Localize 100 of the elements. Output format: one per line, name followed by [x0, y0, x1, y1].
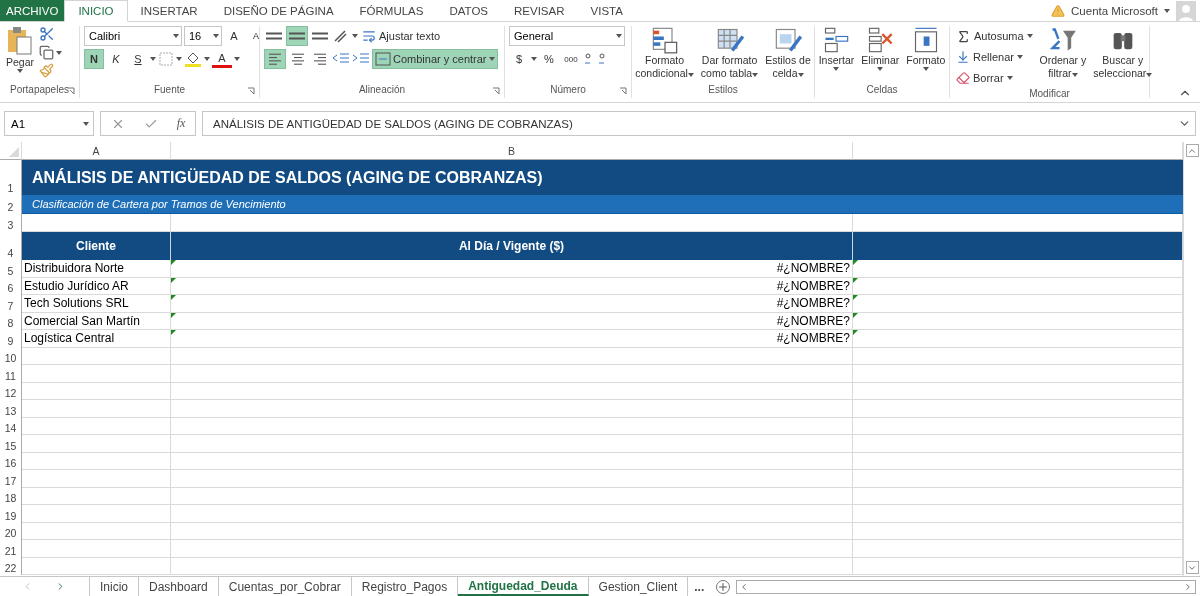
table-cell: Distribuidora Norte — [22, 260, 171, 278]
shrink-font-button[interactable]: A — [246, 26, 266, 46]
sheet-title: ANÁLISIS DE ANTIGÜEDAD DE SALDOS (AGING DE COBRANZAS) — [32, 168, 543, 187]
copy-icon[interactable] — [39, 45, 55, 60]
currency-button[interactable]: $ — [509, 49, 529, 69]
column-heading: Al Día / Vigente ($) — [171, 232, 853, 260]
wrap-text-button[interactable]: Ajustar texto — [360, 26, 443, 46]
merge-center-button[interactable]: Combinar y centrar — [372, 49, 498, 69]
font-name-field[interactable]: Calibri — [84, 26, 182, 46]
ribbon-button[interactable]: Eliminar — [859, 26, 902, 84]
caret-icon — [687, 73, 694, 77]
row-header[interactable]: 13 — [0, 400, 22, 418]
row-header[interactable]: 20 — [0, 522, 22, 540]
name-box[interactable]: A1 — [4, 111, 94, 136]
sheet-tab[interactable]: Dashboard — [139, 577, 219, 596]
scroll-down-button[interactable] — [1185, 561, 1199, 574]
ribbon-button[interactable]: Autosuma — [954, 26, 1035, 46]
row-header[interactable]: 14 — [0, 417, 22, 435]
ribbon-button[interactable]: Formato — [904, 26, 948, 84]
ribbon-button[interactable]: Rellenar — [954, 47, 1035, 67]
caret-icon — [234, 57, 240, 61]
ribbon-tab[interactable]: DISEÑO DE PÁGINA — [210, 0, 347, 21]
caret-icon — [17, 69, 23, 73]
ribbon-button[interactable]: Borrar — [954, 68, 1035, 88]
ribbon-tab[interactable]: INICIO — [64, 0, 128, 22]
underline-button[interactable]: S — [128, 49, 148, 69]
row-header[interactable]: 9 — [0, 330, 22, 348]
thousands-button[interactable]: 000 — [561, 49, 581, 69]
number-format-field[interactable]: General — [509, 26, 625, 46]
launcher-icon[interactable] — [67, 87, 75, 95]
row-header[interactable]: 19 — [0, 505, 22, 523]
launcher-icon[interactable] — [247, 87, 255, 95]
table-cell: Logística Central — [22, 330, 171, 348]
chevron-right-icon[interactable] — [1183, 581, 1193, 592]
row-header[interactable]: 15 — [0, 435, 22, 453]
table-cell: #¿NOMBRE? — [171, 260, 853, 278]
group-label: Estilos — [708, 84, 738, 95]
ribbon-button[interactable]: Formato condicional — [633, 26, 696, 84]
row-header[interactable]: 12 — [0, 382, 22, 400]
caret-icon — [797, 73, 804, 77]
ribbon-tab[interactable]: ARCHIVO — [0, 0, 65, 21]
fill-color-icon[interactable] — [184, 50, 202, 68]
ribbon-tab[interactable]: DATOS — [436, 0, 502, 21]
ribbon-button[interactable]: Insertar — [816, 26, 857, 84]
sheet-tab[interactable]: Cuentas_por_Cobrar — [218, 577, 352, 596]
row-header[interactable]: 3 — [0, 214, 22, 232]
table-cell: #¿NOMBRE? — [171, 312, 853, 330]
caret-icon — [176, 57, 182, 61]
ribbon-tab[interactable]: INSERTAR — [127, 0, 211, 21]
sheet-tab[interactable]: Antiguedad_Deuda — [458, 577, 589, 596]
insert-function-button[interactable]: fx — [176, 116, 186, 131]
horizontal-scrollbar[interactable] — [736, 579, 1196, 594]
sheet-tab[interactable]: Inicio — [90, 577, 139, 596]
caret-icon — [1016, 55, 1023, 59]
cut-icon[interactable] — [39, 26, 56, 42]
group-label: Modificar — [1029, 88, 1070, 99]
row-header[interactable]: 7 — [0, 295, 22, 313]
row-header[interactable]: 21 — [0, 540, 22, 558]
row-header[interactable]: 22 — [0, 557, 22, 575]
row-header[interactable]: 10 — [0, 347, 22, 365]
font-color-button[interactable]: A — [212, 50, 232, 68]
scroll-up-button[interactable] — [1185, 144, 1199, 157]
italic-button[interactable]: K — [106, 49, 126, 69]
ribbon-tab[interactable]: REVISAR — [501, 0, 578, 21]
account-name[interactable]: Cuenta Microsoft — [1071, 4, 1158, 17]
ribbon-button[interactable]: Estilos de celda — [763, 26, 813, 84]
insert-cells-icon — [822, 26, 851, 54]
sheet-tab[interactable]: Gestion_Client — [588, 577, 689, 596]
paste-button[interactable]: Pegar — [4, 26, 37, 84]
row-header[interactable]: 5 — [0, 260, 22, 278]
caret-icon — [352, 34, 358, 38]
ribbon-button[interactable]: Dar formato como tabla — [698, 26, 761, 84]
ribbon-button[interactable]: Ordenar y filtrar — [1037, 26, 1089, 88]
align-icon — [289, 32, 305, 40]
row-header[interactable]: 18 — [0, 487, 22, 505]
bold-button[interactable]: N — [84, 49, 104, 69]
row-header[interactable]: 17 — [0, 470, 22, 488]
ribbon-tab[interactable]: VISTA — [577, 0, 636, 21]
group-label: Portapapeles — [10, 84, 69, 95]
sigma-icon — [956, 28, 971, 44]
grow-font-button[interactable]: A — [224, 26, 244, 46]
sheet-tab[interactable]: Registro_Pagos — [351, 577, 459, 596]
group-label: Fuente — [153, 84, 186, 95]
orientation-icon[interactable] — [332, 28, 350, 44]
ribbon-tab[interactable]: FÓRMULAS — [346, 0, 437, 21]
select-all-button[interactable] — [0, 142, 22, 160]
launcher-icon[interactable] — [492, 87, 500, 95]
row-header[interactable]: 16 — [0, 452, 22, 470]
launcher-icon[interactable] — [619, 87, 627, 95]
ribbon-button[interactable]: Buscar y seleccionar — [1091, 26, 1155, 88]
row-header[interactable]: 8 — [0, 312, 22, 330]
percent-button[interactable]: % — [539, 49, 559, 69]
group-label: Número — [550, 84, 586, 95]
formula-field[interactable]: ANÁLISIS DE ANTIGÜEDAD DE SALDOS (AGING DE COBRANZAS) — [202, 111, 1196, 136]
more-sheets-button[interactable]: ... — [688, 577, 711, 596]
row-header[interactable]: 11 — [0, 365, 22, 383]
table-style-icon — [773, 26, 802, 54]
vertical-align-button[interactable] — [286, 26, 308, 46]
row-header[interactable]: 6 — [0, 277, 22, 295]
font-size-field[interactable]: 16 — [184, 26, 222, 46]
